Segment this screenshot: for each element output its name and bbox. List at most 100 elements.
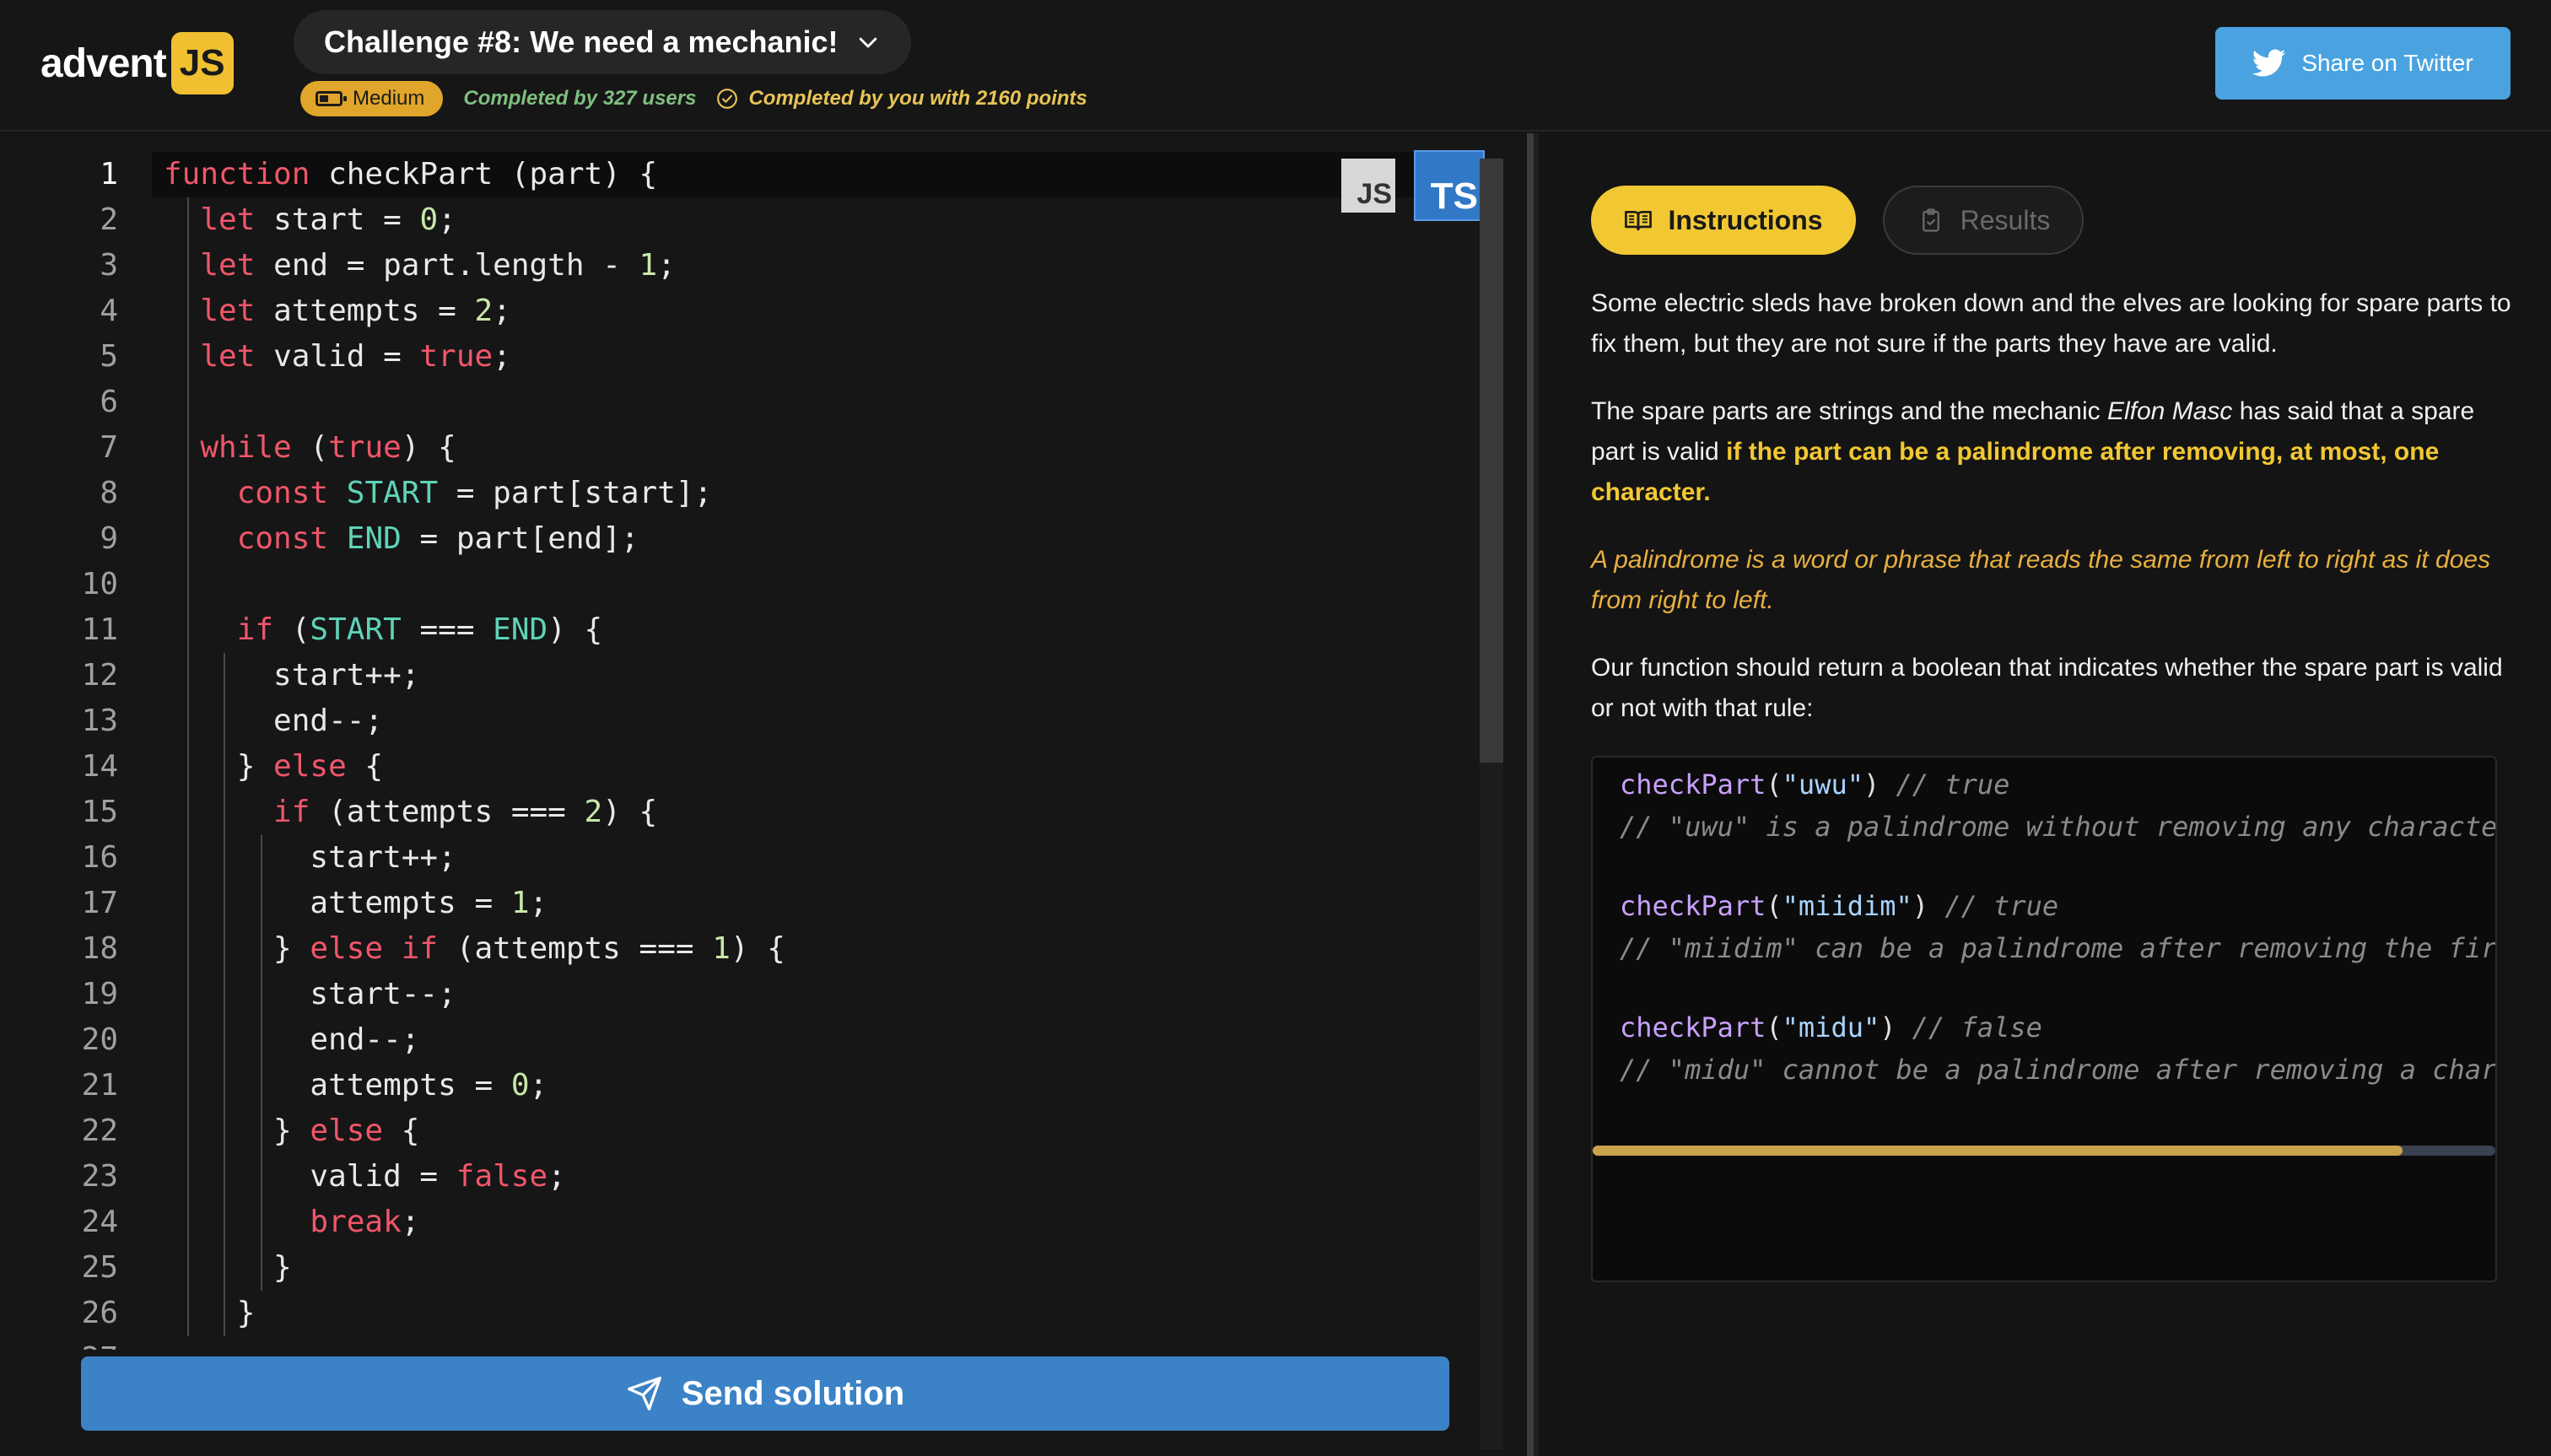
example-call: checkPart("midu") // false (1620, 1007, 2042, 1048)
instructions-paragraph-4: Our function should return a boolean tha… (1591, 654, 2503, 722)
javascript-language-button[interactable]: JS (1341, 159, 1395, 213)
code-text: if (attempts === 2) { (164, 790, 657, 835)
code-line[interactable]: 8 const START = part[start]; (0, 471, 1485, 516)
code-token: else (310, 1114, 384, 1148)
code-token: } (164, 931, 310, 966)
code-token: start++; (164, 840, 456, 875)
code-text: let valid = true; (164, 334, 511, 380)
code-token: (attempts === (310, 795, 585, 829)
code-line[interactable]: 15 if (attempts === 2) { (0, 790, 1485, 835)
code-line[interactable]: 18 } else if (attempts === 1) { (0, 926, 1485, 972)
code-line[interactable]: 9 const END = part[end]; (0, 516, 1485, 562)
editor-scrollbar-thumb[interactable] (1480, 159, 1503, 763)
code-token: attempts = (164, 886, 511, 920)
example-comment: // "miidim" can be a palindrome after re… (1620, 932, 2497, 964)
code-token: 0 (510, 1068, 530, 1103)
advent-js-logo[interactable]: advent JS (40, 32, 234, 94)
tab-results[interactable]: Results (1883, 186, 2084, 255)
code-line[interactable]: 11 if (START === END) { (0, 607, 1485, 653)
code-token: while (200, 430, 292, 465)
code-token: = part[start]; (438, 476, 713, 510)
code-token: if (236, 612, 274, 647)
code-line[interactable]: 3 let end = part.length - 1; (0, 243, 1485, 289)
line-number: 13 (81, 704, 118, 738)
code-token: } (164, 1250, 292, 1285)
code-line[interactable]: 10 (0, 562, 1485, 607)
code-line[interactable]: 6 (0, 380, 1485, 425)
editor-scrollbar[interactable] (1480, 159, 1503, 1449)
typescript-language-button[interactable]: TS (1414, 150, 1485, 221)
line-number: 10 (81, 567, 118, 601)
line-number: 1 (100, 157, 118, 191)
code-token: end--; (164, 1022, 420, 1057)
code-line[interactable]: 24 break; (0, 1200, 1485, 1245)
code-area[interactable]: 1 function checkPart (part) {2 let start … (0, 152, 1485, 1350)
line-number: 7 (100, 430, 118, 465)
instructions-panel: Instructions Results Some electric sleds… (1540, 133, 2551, 1456)
line-number: 20 (81, 1022, 118, 1057)
code-text: let start = 0; (164, 197, 456, 243)
code-text: let attempts = 2; (164, 289, 511, 334)
code-token: let (200, 339, 256, 374)
code-line[interactable]: 4 let attempts = 2; (0, 289, 1485, 334)
example-code-scrollbar-thumb[interactable] (1593, 1146, 2403, 1156)
tab-instructions[interactable]: Instructions (1591, 186, 1856, 255)
difficulty-badge: Medium (300, 81, 444, 116)
example-token: "miidim" (1782, 890, 1912, 922)
code-line[interactable]: 1 function checkPart (part) { (0, 152, 1485, 197)
code-line[interactable]: 7 while (true) { (0, 425, 1485, 471)
code-line[interactable]: 16 start++; (0, 835, 1485, 881)
code-line[interactable]: 21 attempts = 0; (0, 1063, 1485, 1108)
code-line[interactable]: 13 end--; (0, 698, 1485, 744)
line-number: 6 (100, 385, 118, 419)
code-text: end--; (164, 1017, 419, 1063)
code-token: else (273, 749, 347, 784)
code-line[interactable]: 2 let start = 0; (0, 197, 1485, 243)
check-circle-icon (717, 89, 738, 109)
send-solution-button[interactable]: Send solution (81, 1356, 1449, 1431)
example-punctuation: ( (1766, 890, 1782, 922)
example-punctuation: ) (1863, 768, 1896, 801)
completed-you-label: Completed by you with 2160 points (748, 87, 1087, 110)
code-text: attempts = 1; (164, 881, 547, 926)
code-line[interactable]: 26 } (0, 1291, 1485, 1336)
code-line[interactable]: 19 start--; (0, 972, 1485, 1017)
code-line[interactable]: 17 attempts = 1; (0, 881, 1485, 926)
instructions-paragraph-2: The spare parts are strings and the mech… (1591, 391, 2519, 513)
example-code-block[interactable]: checkPart("uwu") // true// "uwu" is a pa… (1591, 756, 2497, 1282)
code-text: if (START === END) { (164, 607, 603, 653)
code-token: checkPart (part) { (310, 157, 658, 191)
code-text: start--; (164, 972, 456, 1017)
share-on-twitter-button[interactable]: Share on Twitter (2215, 27, 2511, 100)
code-line[interactable]: 23 valid = false; (0, 1154, 1485, 1200)
line-number: 4 (100, 294, 118, 328)
tab-instructions-label: Instructions (1668, 204, 1823, 235)
instructions-paragraph-1: Some electric sleds have broken down and… (1591, 289, 2511, 358)
code-text: attempts = 0; (164, 1063, 547, 1108)
example-token: // false (1912, 1011, 2042, 1043)
code-line[interactable]: 27 (0, 1336, 1485, 1350)
line-number: 9 (100, 521, 118, 556)
code-editor[interactable]: 1 function checkPart (part) {2 let start … (0, 133, 1525, 1456)
code-line[interactable]: 12 start++; (0, 653, 1485, 698)
code-line[interactable]: 20 end--; (0, 1017, 1485, 1063)
code-line[interactable]: 14 } else { (0, 744, 1485, 790)
challenge-selector[interactable]: Challenge #8: We need a mechanic! (294, 10, 911, 74)
code-token: attempts = (255, 294, 475, 328)
code-token: === (401, 612, 493, 647)
example-code-scrollbar[interactable] (1593, 1146, 2495, 1156)
logo-js-badge: JS (170, 32, 234, 94)
code-token: ; (401, 1205, 420, 1239)
code-line[interactable]: 5 let valid = true; (0, 334, 1485, 380)
code-line[interactable]: 22 } else { (0, 1108, 1485, 1154)
code-token: 0 (419, 202, 439, 237)
example-token: "midu" (1782, 1011, 1880, 1043)
clipboard-check-icon (1922, 208, 1939, 232)
code-token: (attempts === (438, 931, 713, 966)
code-text: start++; (164, 653, 419, 698)
code-text: start++; (164, 835, 456, 881)
code-line[interactable]: 25 } (0, 1245, 1485, 1291)
